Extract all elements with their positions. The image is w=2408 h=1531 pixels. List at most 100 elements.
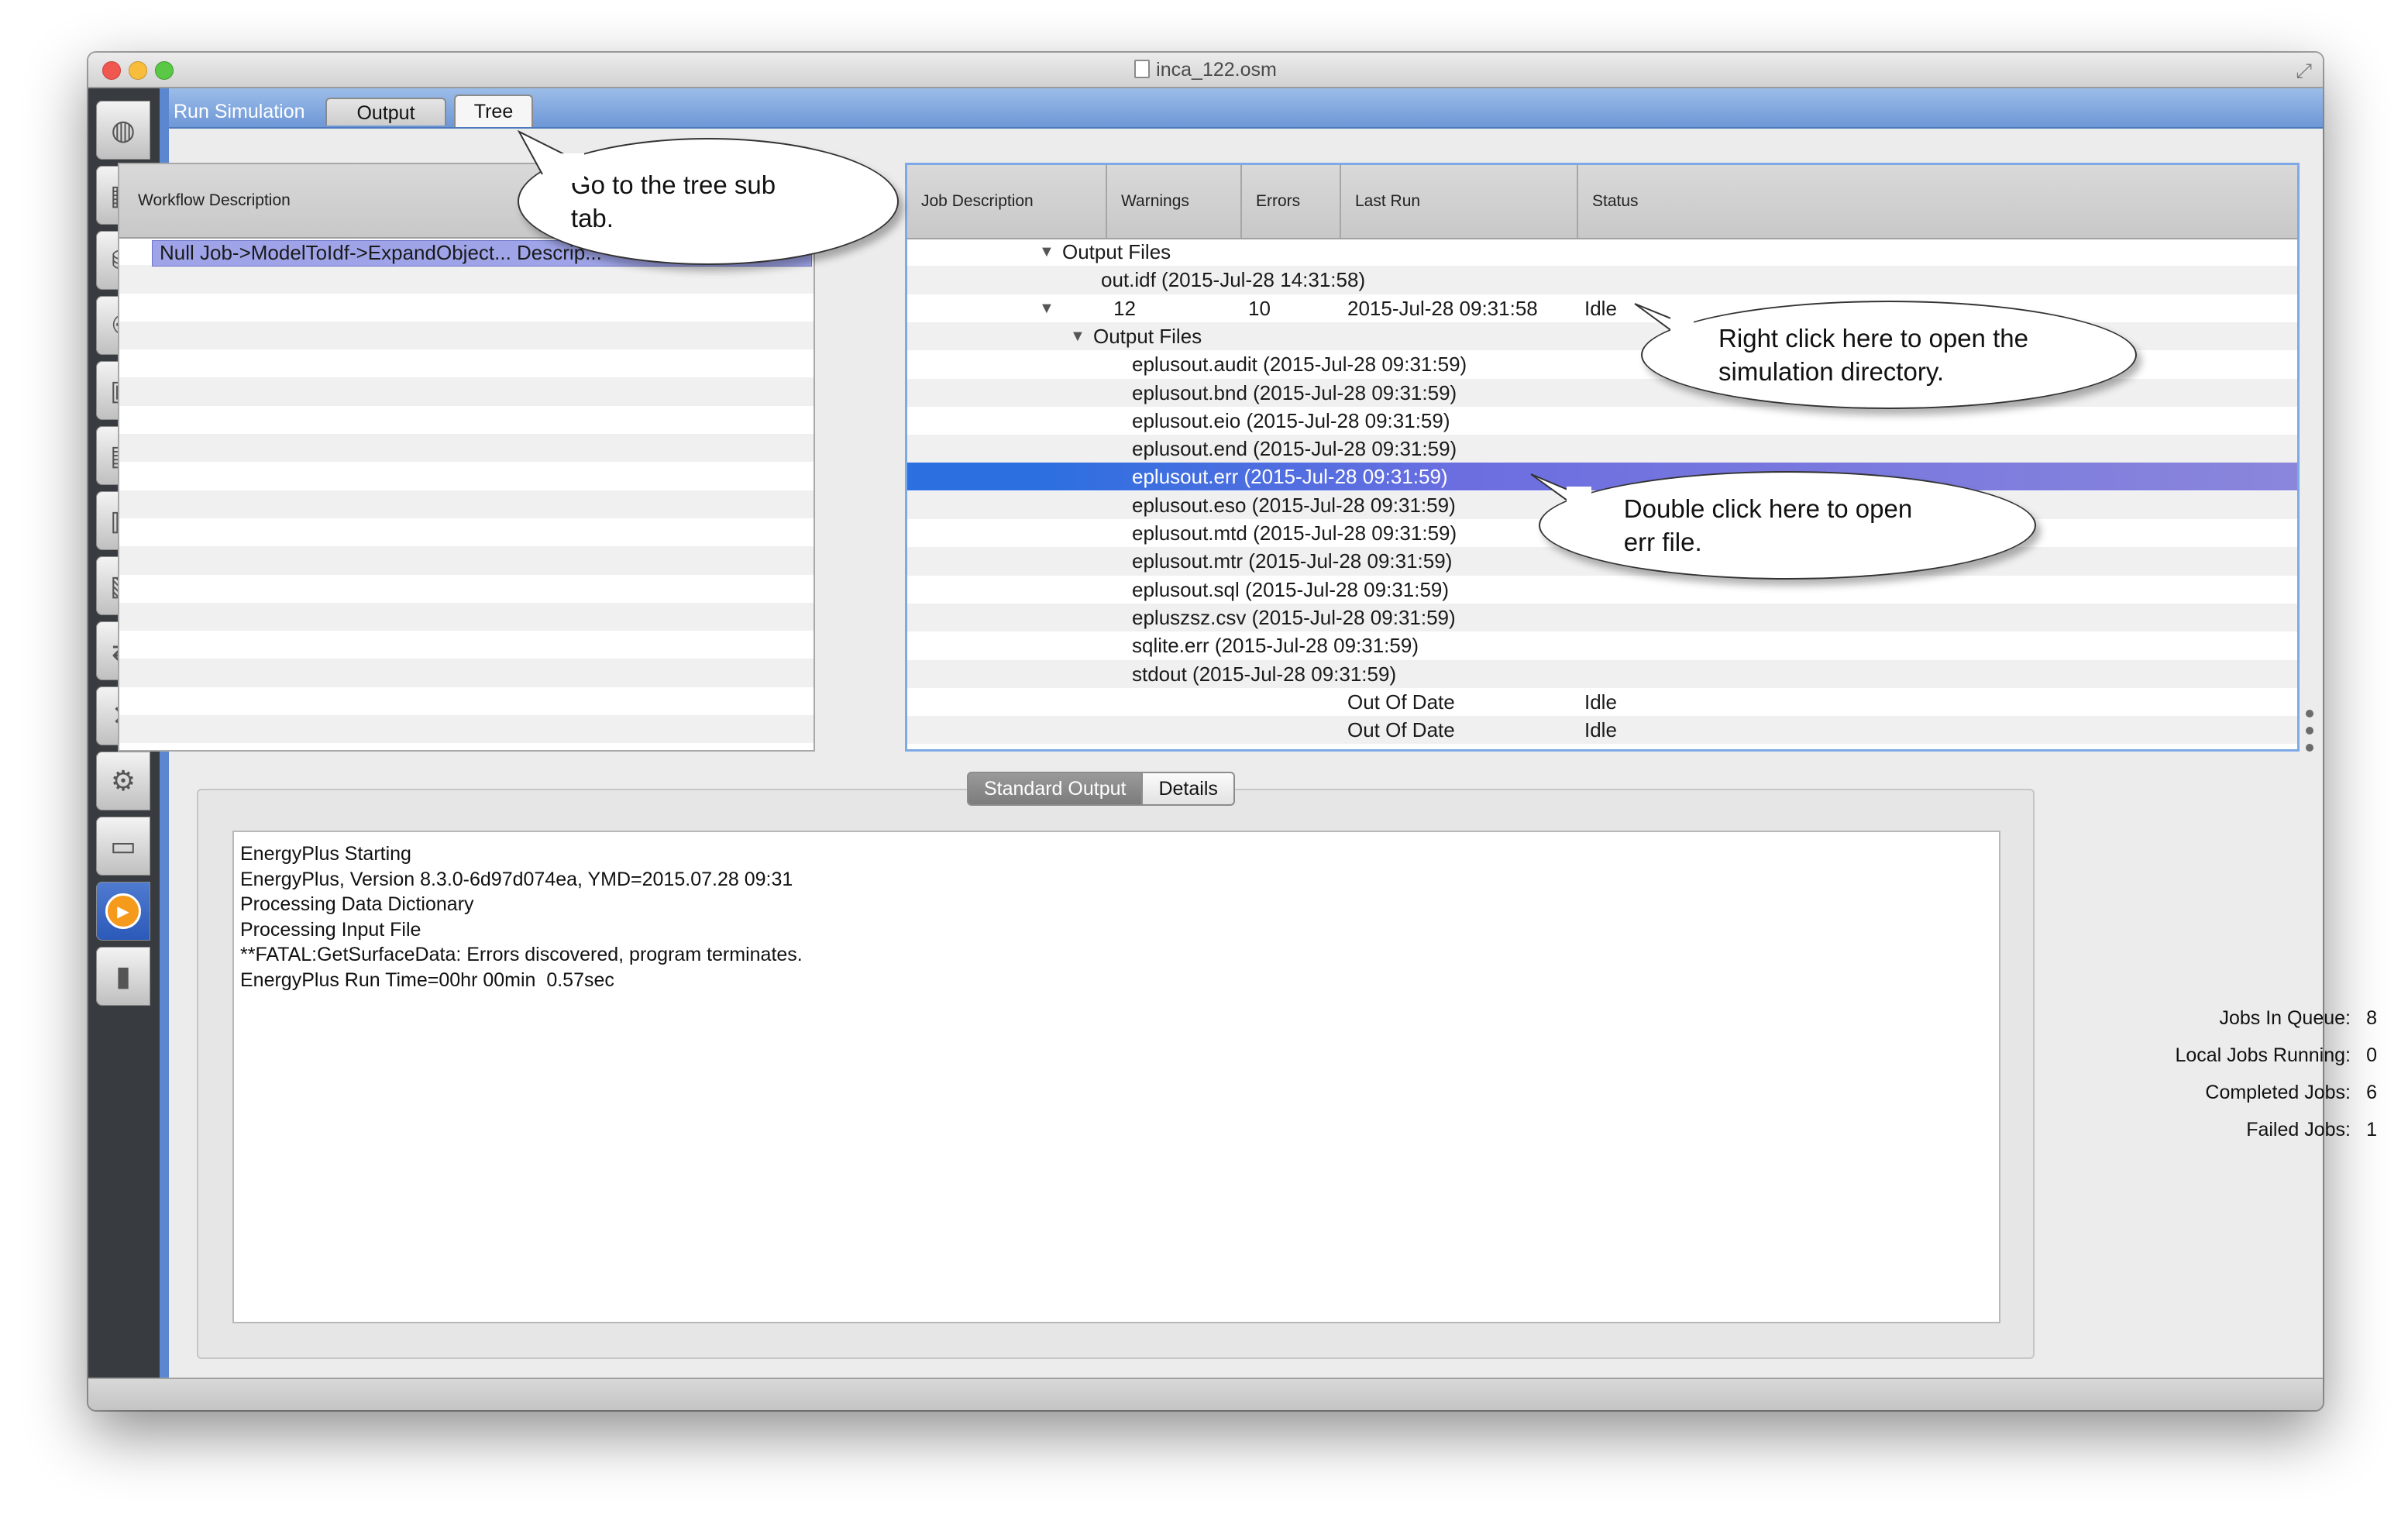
job-description-cell: out.idf (2015-Jul-28 14:31:58) [1101,268,1366,292]
sidebar-item-run-simulation[interactable]: ▶ [96,882,150,941]
sidebar-item-results-chart[interactable]: ▮ [96,947,150,1006]
job-description-header[interactable]: Job Description [907,165,1107,238]
status-cell: Idle [1584,690,1617,714]
output-line: **FATAL:GetSurfaceData: Errors discovere… [240,944,803,965]
scripts-icon: ▭ [109,830,136,862]
table-row [119,321,814,350]
standard-output-text[interactable]: EnergyPlus Starting EnergyPlus, Version 8… [232,831,2000,1323]
stat-row: Local Jobs Running: 0 [2175,1037,2377,1074]
disclosure-triangle-icon[interactable]: ▼ [1070,322,1085,350]
stat-row: Failed Jobs: 1 [2246,1111,2377,1148]
tree-row[interactable]: eplusout.sql (2015-Jul-28 09:31:59) [907,576,2297,604]
output-line: EnergyPlus Starting [240,843,411,865]
table-row [119,687,814,715]
stat-label: Failed Jobs: [2246,1119,2351,1141]
tree-row[interactable]: epluszsz.csv (2015-Jul-28 09:31:59) [907,603,2297,632]
table-row [119,462,814,490]
sidebar-item-globe[interactable]: ◍ [96,101,150,160]
stat-row: Jobs In Queue: 8 [2219,999,2377,1037]
disclosure-triangle-icon[interactable]: ▼ [1039,238,1054,266]
output-line: Processing Input File [240,918,421,941]
sidebar-item-scripts[interactable]: ▭ [96,817,150,876]
job-description-cell: epluszsz.csv (2015-Jul-28 09:31:59) [1132,605,1456,629]
job-description-cell: eplusout.bnd (2015-Jul-28 09:31:59) [1132,380,1457,404]
disclosure-triangle-icon[interactable]: ▼ [1039,294,1054,322]
tree-row-selected[interactable]: eplusout.err (2015-Jul-28 09:31:59) [907,463,2297,491]
table-row [119,659,814,687]
table-row [119,631,814,659]
table-row [119,490,814,518]
status-cell: Idle [1584,718,1617,742]
job-description-cell: eplusout.mtd (2015-Jul-28 09:31:59) [1132,521,1457,545]
job-description-cell: eplusout.mtr (2015-Jul-28 09:31:59) [1132,549,1453,573]
standard-output-tab[interactable]: Standard Output [967,772,1144,806]
job-description-cell: sqlite.err (2015-Jul-28 09:31:59) [1132,634,1419,658]
run-simulation-tab[interactable]: Run Simulation [169,98,310,126]
stat-row: Completed Jobs: 6 [2205,1074,2377,1111]
table-row [119,349,814,377]
stat-value: 0 [2366,1044,2377,1066]
stat-value: 6 [2366,1082,2377,1103]
stat-label: Completed Jobs: [2205,1082,2351,1103]
table-row [119,406,814,434]
output-tab[interactable]: Output [325,98,446,126]
details-tab[interactable]: Details [1143,772,1235,806]
last-run-header[interactable]: Last Run [1341,165,1578,238]
table-row [119,377,814,406]
window-title: inca_122.osm [88,59,2323,81]
job-description-cell: eplusout.end (2015-Jul-28 09:31:59) [1132,437,1457,461]
table-row [119,715,814,744]
job-description-cell: Output Files [1062,240,1171,263]
errors-header[interactable]: Errors [1242,165,1341,238]
output-line: EnergyPlus Run Time=00hr 00min 0.57sec [240,968,614,991]
table-row [119,546,814,575]
row-selection-highlight [907,463,2297,491]
warnings-cell: 12 [1113,296,1136,320]
document-icon [1134,60,1151,78]
tree-row[interactable]: Out Of Date Idle [907,688,2297,716]
table-row [119,294,814,322]
callout-tree-tail [517,129,584,183]
tree-row[interactable]: ▼ 12 10 2015-Jul-28 09:31:58 Idle [907,294,2297,322]
tree-row[interactable]: eplusout.end (2015-Jul-28 09:31:59) [907,435,2297,463]
warnings-header[interactable]: Warnings [1107,165,1242,238]
job-description-cell: Output Files [1093,324,1202,348]
tree-row[interactable]: stdout (2015-Jul-28 09:31:59) [907,659,2297,688]
tree-row[interactable]: eplusout.eio (2015-Jul-28 09:31:59) [907,407,2297,435]
job-description-cell: eplusout.err (2015-Jul-28 09:31:59) [1132,465,1448,489]
fullscreen-icon[interactable]: ⤢ [2296,59,2312,84]
table-row [119,602,814,631]
sidebar-item-settings-gear[interactable]: ⚙ [96,752,150,810]
output-line: Processing Data Dictionary [240,893,474,915]
job-tree-table[interactable]: Job Description Warnings Errors Last Run… [905,163,2300,752]
results-chart-icon: ▮ [115,960,131,992]
job-description-cell: eplusout.sql (2015-Jul-28 09:31:59) [1132,577,1450,601]
tree-row[interactable]: Out Of Date Idle [907,716,2297,745]
job-description-cell: stdout (2015-Jul-28 09:31:59) [1132,662,1397,686]
output-tab-group: Standard Output Details [967,772,1235,806]
table-row [119,265,814,294]
status-cell: Idle [1584,296,1617,320]
splitter-handle[interactable] [2306,710,2315,761]
table-row [119,518,814,546]
stat-value: 1 [2366,1119,2377,1141]
output-line: EnergyPlus, Version 8.3.0-6d97d074ea, YM… [240,868,793,890]
stat-label: Local Jobs Running: [2175,1044,2351,1066]
settings-gear-icon: ⚙ [110,765,136,796]
workflow-rows: Null Job->ModelToIdf->ExpandObject... De… [119,237,814,750]
table-row [119,434,814,463]
job-description-cell: eplusout.audit (2015-Jul-28 09:31:59) [1132,353,1467,377]
tree-row[interactable]: sqlite.err (2015-Jul-28 09:31:59) [907,631,2297,659]
globe-icon: ◍ [111,114,136,146]
last-run-cell: Out Of Date [1347,690,1455,714]
stat-value: 8 [2366,1007,2377,1029]
tree-row[interactable]: ▼ Output Files [907,238,2297,266]
callout-right-click: Right click here to open the simulation … [1641,301,2137,409]
tree-row[interactable]: out.idf (2015-Jul-28 14:31:58) [907,266,2297,294]
job-description-cell: eplusout.eso (2015-Jul-28 09:31:59) [1132,493,1456,517]
title-bar: inca_122.osm ⤢ [88,53,2323,88]
job-tree-header: Job Description Warnings Errors Last Run… [907,165,2297,239]
stat-label: Jobs In Queue: [2219,1007,2351,1029]
status-header[interactable]: Status [1578,165,2297,238]
last-run-cell: Out Of Date [1347,718,1455,742]
